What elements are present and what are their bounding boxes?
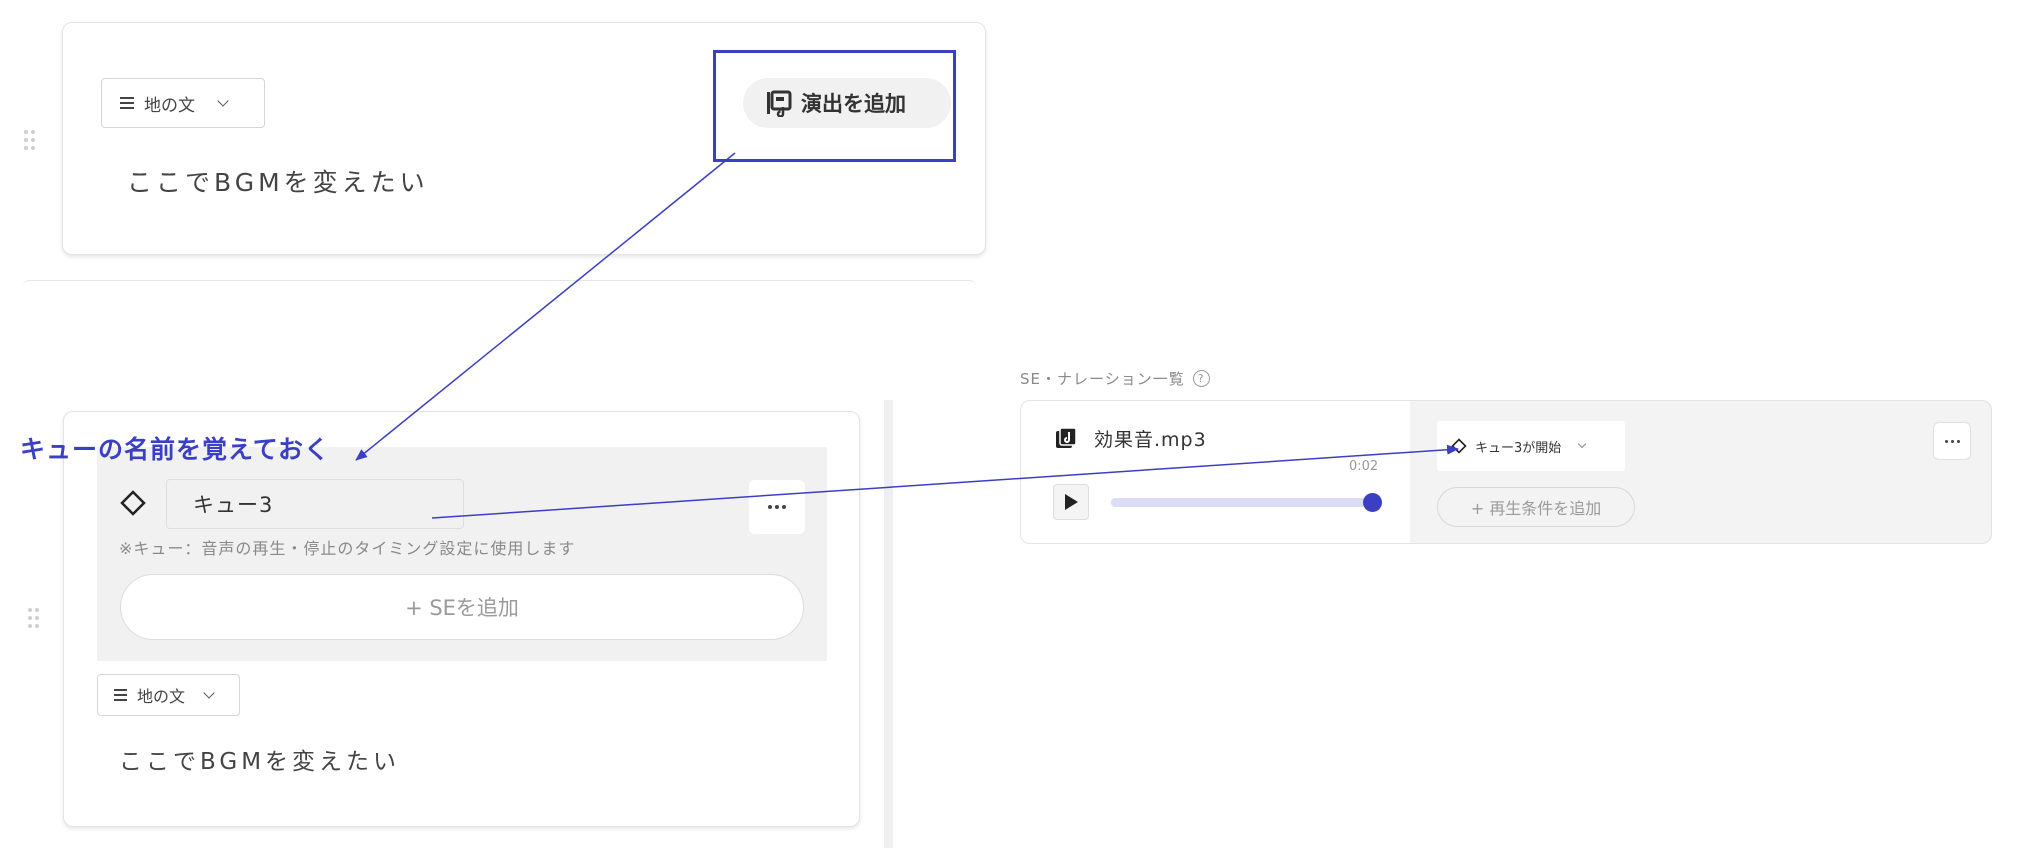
cue-name-value: キュー3 (193, 493, 274, 517)
drag-handle[interactable] (28, 608, 39, 628)
help-icon[interactable]: ? (1192, 370, 1210, 387)
play-icon (1065, 494, 1078, 510)
chevron-down-icon (1578, 439, 1587, 449)
text-type-select[interactable]: 地の文 (97, 674, 240, 716)
body-text: ここでBGMを変えたい (119, 749, 401, 775)
drag-handle[interactable] (24, 130, 35, 150)
se-file-name: 効果音.mp3 (1094, 429, 1207, 451)
cue-panel: キュー3 ※キュー：音声の再生・停止のタイミング設定に使用します + SEを追加 (97, 447, 827, 661)
text-type-select[interactable]: 地の文 (101, 78, 265, 128)
condition-label: キュー3が開始 (1475, 440, 1562, 456)
highlight-box (713, 50, 956, 162)
diamond-icon (1451, 438, 1467, 454)
card-separator (22, 280, 977, 288)
audio-slider-track[interactable] (1111, 493, 1382, 512)
diamond-icon (120, 490, 146, 516)
audio-slider-fill (1111, 498, 1373, 507)
bottom-text-card: キュー3 ※キュー：音声の再生・停止のタイミング設定に使用します + SEを追加… (63, 411, 860, 827)
se-time: 0:02 (1349, 459, 1379, 474)
se-item-card: 効果音.mp3 0:02 キュー3が開始 + 再生条件を追加 (1020, 400, 1992, 544)
se-list-heading: SE・ナレーション一覧 ? (1020, 368, 1210, 389)
music-file-icon (1056, 427, 1077, 448)
add-condition-button[interactable]: + 再生条件を追加 (1437, 487, 1635, 527)
condition-select[interactable]: キュー3が開始 (1437, 421, 1625, 471)
add-condition-label: + 再生条件を追加 (1470, 499, 1602, 518)
text-type-label: 地の文 (137, 687, 186, 706)
chevron-down-icon (217, 95, 229, 107)
text-lines-icon (114, 689, 127, 701)
cue-more-button[interactable] (749, 480, 805, 534)
column-divider (884, 400, 893, 848)
text-type-label: 地の文 (144, 95, 195, 116)
se-player: 効果音.mp3 0:02 (1021, 401, 1410, 543)
se-list-heading-text: SE・ナレーション一覧 (1020, 370, 1185, 388)
audio-slider-thumb[interactable] (1363, 493, 1382, 512)
se-more-button[interactable] (1933, 422, 1971, 460)
annotation-label: キューの名前を覚えておく (20, 435, 331, 464)
text-lines-icon (120, 97, 134, 109)
cue-name-input[interactable]: キュー3 (166, 479, 464, 529)
add-se-button[interactable]: + SEを追加 (120, 574, 804, 640)
cue-note: ※キュー：音声の再生・停止のタイミング設定に使用します (119, 539, 576, 558)
add-se-label: + SEを追加 (405, 596, 519, 620)
body-text: ここでBGMを変えたい (127, 168, 429, 197)
play-button[interactable] (1053, 484, 1089, 520)
chevron-down-icon (203, 687, 215, 699)
